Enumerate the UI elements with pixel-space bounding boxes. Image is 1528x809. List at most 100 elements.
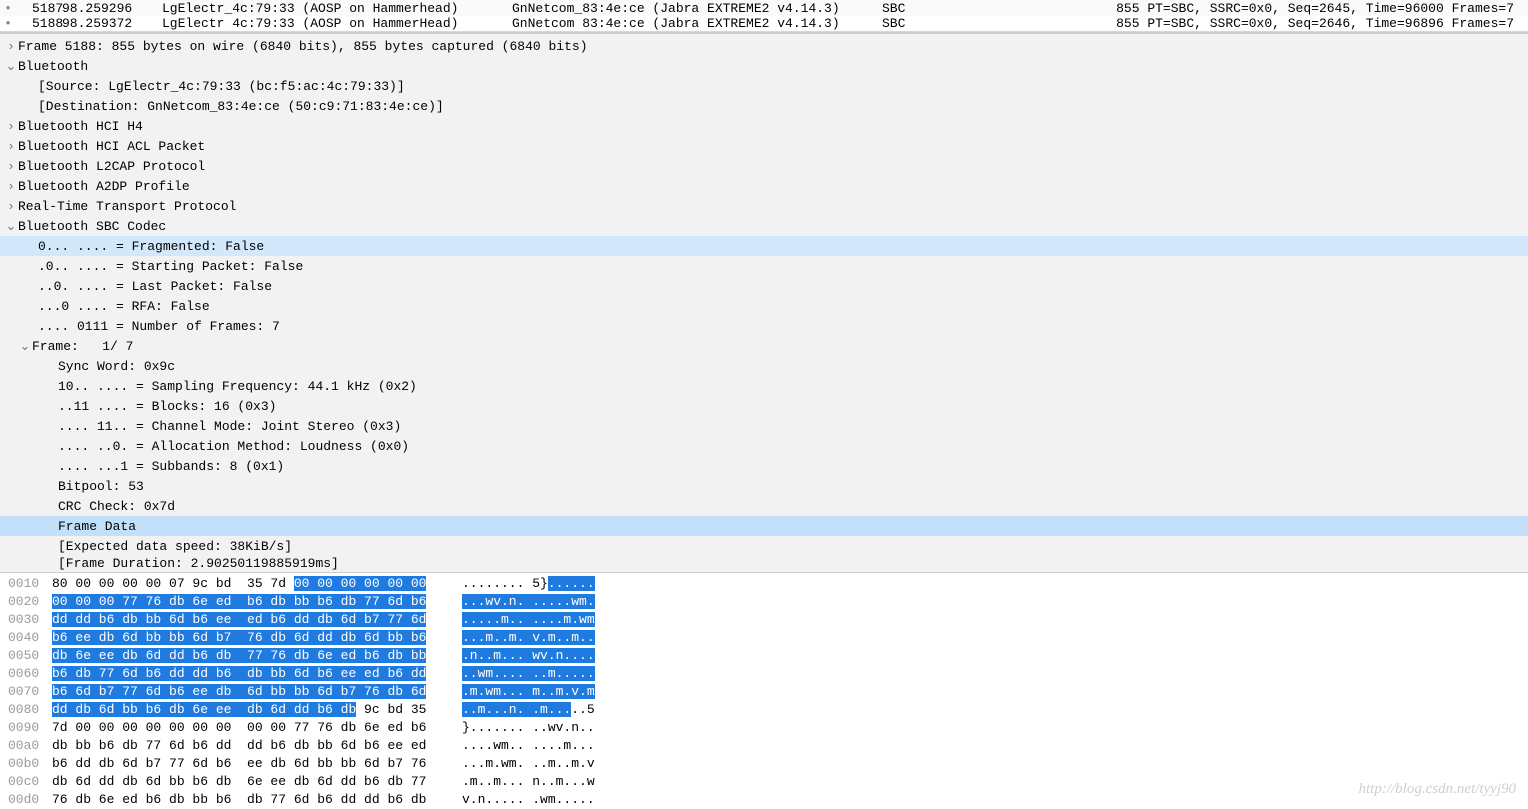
hex-offset: 0040: [0, 629, 52, 647]
tree-hci-h4[interactable]: ›Bluetooth HCI H4: [0, 116, 1528, 136]
col-dst: GnNetcom_83:4e:ce (Jabra EXTREME2 v4.14.…: [512, 1, 882, 16]
tree-a2dp[interactable]: ›Bluetooth A2DP Profile: [0, 176, 1528, 196]
tree-bluetooth[interactable]: ⌄Bluetooth: [0, 56, 1528, 76]
hex-row[interactable]: 0060b6 db 77 6d b6 dd dd b6 db bb 6d b6 …: [0, 665, 1528, 683]
hex-bytes: b6 dd db 6d b7 77 6d b6 ee db 6d bb bb 6…: [52, 755, 452, 773]
expand-icon[interactable]: ›: [4, 119, 18, 134]
label: .... ...1 = Subbands: 8 (0x1): [58, 459, 284, 474]
col-no: 5187: [12, 1, 62, 16]
col-dst: GnNetcom 83:4e:ce (Jabra EXTREME2 v4.14.…: [512, 16, 882, 31]
hex-bytes: 7d 00 00 00 00 00 00 00 00 00 77 76 db 6…: [52, 719, 452, 737]
hex-row[interactable]: 0070b6 6d b7 77 6d b6 ee db 6d bb bb 6d …: [0, 683, 1528, 701]
hex-bytes: 80 00 00 00 00 07 9c bd 35 7d 00 00 00 0…: [52, 575, 452, 593]
hex-offset: 00a0: [0, 737, 52, 755]
label: .... 0111 = Number of Frames: 7: [38, 319, 280, 334]
hex-bytes: 00 00 00 77 76 db 6e ed b6 db bb b6 db 7…: [52, 593, 452, 611]
tree-sbc-subbands[interactable]: .... ...1 = Subbands: 8 (0x1): [0, 456, 1528, 476]
hex-row[interactable]: 00b0b6 dd db 6d b7 77 6d b6 ee db 6d bb …: [0, 755, 1528, 773]
tree-sbc-fragmented[interactable]: 0... .... = Fragmented: False: [0, 236, 1528, 256]
hex-offset: 0090: [0, 719, 52, 737]
hex-bytes: dd dd b6 db bb 6d b6 ee ed b6 dd db 6d b…: [52, 611, 452, 629]
hex-row[interactable]: 002000 00 00 77 76 db 6e ed b6 db bb b6 …: [0, 593, 1528, 611]
hex-offset: 0060: [0, 665, 52, 683]
collapse-icon[interactable]: ⌄: [18, 339, 32, 354]
tree-hci-acl[interactable]: ›Bluetooth HCI ACL Packet: [0, 136, 1528, 156]
packet-row[interactable]: • 5187 98.259296 LgElectr_4c:79:33 (AOSP…: [0, 0, 1528, 16]
col-proto: SBC: [882, 16, 1062, 31]
label: ..11 .... = Blocks: 16 (0x3): [58, 399, 276, 414]
hex-bytes: db bb b6 db 77 6d b6 dd dd b6 db bb 6d b…: [52, 737, 452, 755]
expand-icon[interactable]: ›: [4, 39, 18, 54]
label: [Source: LgElectr_4c:79:33 (bc:f5:ac:4c:…: [38, 79, 405, 94]
hex-row[interactable]: 0050db 6e ee db 6d dd b6 db 77 76 db 6e …: [0, 647, 1528, 665]
tree-sbc-sampling-freq[interactable]: 10.. .... = Sampling Frequency: 44.1 kHz…: [0, 376, 1528, 396]
hex-row[interactable]: 0030dd dd b6 db bb 6d b6 ee ed b6 dd db …: [0, 611, 1528, 629]
hex-row[interactable]: 001080 00 00 00 00 07 9c bd 35 7d 00 00 …: [0, 575, 1528, 593]
label: Real-Time Transport Protocol: [18, 199, 236, 214]
hex-ascii: .m..m... n..m...w: [452, 773, 595, 791]
label: Frame: 1/ 7: [32, 339, 133, 354]
hex-bytes: dd db 6d bb b6 db 6e ee db 6d dd b6 db 9…: [52, 701, 452, 719]
hex-row[interactable]: 0080dd db 6d bb b6 db 6e ee db 6d dd b6 …: [0, 701, 1528, 719]
label: Frame 5188: 855 bytes on wire (6840 bits…: [18, 39, 588, 54]
tree-l2cap[interactable]: ›Bluetooth L2CAP Protocol: [0, 156, 1528, 176]
tree-sbc-codec[interactable]: ⌄Bluetooth SBC Codec: [0, 216, 1528, 236]
label: ..0. .... = Last Packet: False: [38, 279, 272, 294]
tree-sbc-sync[interactable]: Sync Word: 0x9c: [0, 356, 1528, 376]
expand-icon[interactable]: ›: [4, 199, 18, 214]
tree-sbc-alloc-method[interactable]: .... ..0. = Allocation Method: Loudness …: [0, 436, 1528, 456]
tree-sbc-duration[interactable]: [Frame Duration: 2.90250119885919ms]: [0, 556, 1528, 570]
marker-dot: •: [4, 1, 12, 16]
tree-sbc-bitpool[interactable]: Bitpool: 53: [0, 476, 1528, 496]
tree-bt-source[interactable]: [Source: LgElectr_4c:79:33 (bc:f5:ac:4c:…: [0, 76, 1528, 96]
label: Bitpool: 53: [58, 479, 144, 494]
col-info: 855 PT=SBC, SSRC=0x0, Seq=2645, Time=960…: [1062, 1, 1524, 16]
tree-sbc-frame[interactable]: ⌄Frame: 1/ 7: [0, 336, 1528, 356]
expand-icon[interactable]: ›: [4, 179, 18, 194]
hex-bytes: b6 6d b7 77 6d b6 ee db 6d bb bb 6d b7 7…: [52, 683, 452, 701]
tree-sbc-rfa[interactable]: ...0 .... = RFA: False: [0, 296, 1528, 316]
label: Bluetooth HCI ACL Packet: [18, 139, 205, 154]
label: [Destination: GnNetcom_83:4e:ce (50:c9:7…: [38, 99, 444, 114]
col-src: LgElectr_4c:79:33 (AOSP on Hammerhead): [162, 1, 512, 16]
tree-sbc-starting[interactable]: .0.. .... = Starting Packet: False: [0, 256, 1528, 276]
tree-frame-summary[interactable]: ›Frame 5188: 855 bytes on wire (6840 bit…: [0, 36, 1528, 56]
hex-ascii: .n..m... wv.n....: [452, 647, 595, 665]
tree-sbc-speed[interactable]: [Expected data speed: 38KiB/s]: [0, 536, 1528, 556]
label: [Frame Duration: 2.90250119885919ms]: [58, 556, 339, 570]
expand-icon[interactable]: ›: [4, 159, 18, 174]
hex-ascii: ...m..m. v.m..m..: [452, 629, 595, 647]
label: Bluetooth A2DP Profile: [18, 179, 190, 194]
collapse-icon[interactable]: ⌄: [4, 219, 18, 234]
hex-ascii: ..m...n. .m.....5: [452, 701, 595, 719]
hex-row[interactable]: 00907d 00 00 00 00 00 00 00 00 00 77 76 …: [0, 719, 1528, 737]
packet-list: • 5187 98.259296 LgElectr_4c:79:33 (AOSP…: [0, 0, 1528, 33]
hex-row[interactable]: 00d076 db 6e ed b6 db bb b6 db 77 6d b6 …: [0, 791, 1528, 809]
label: 10.. .... = Sampling Frequency: 44.1 kHz…: [58, 379, 417, 394]
tree-sbc-nframes[interactable]: .... 0111 = Number of Frames: 7: [0, 316, 1528, 336]
label: Bluetooth L2CAP Protocol: [18, 159, 205, 174]
hex-row[interactable]: 00c0db 6d dd db 6d bb b6 db 6e ee db 6d …: [0, 773, 1528, 791]
hex-row[interactable]: 0040b6 ee db 6d bb bb 6d b7 76 db 6d dd …: [0, 629, 1528, 647]
hex-bytes: db 6d dd db 6d bb b6 db 6e ee db 6d dd b…: [52, 773, 452, 791]
hex-row[interactable]: 00a0db bb b6 db 77 6d b6 dd dd b6 db bb …: [0, 737, 1528, 755]
label: Sync Word: 0x9c: [58, 359, 175, 374]
hex-ascii: ...wv.n. .....wm.: [452, 593, 595, 611]
packet-row[interactable]: • 5188 98.259372 LgElectr 4c:79:33 (AOSP…: [0, 16, 1528, 32]
expand-icon[interactable]: ›: [4, 139, 18, 154]
tree-sbc-frame-data[interactable]: Frame Data: [0, 516, 1528, 536]
hex-offset: 0030: [0, 611, 52, 629]
tree-sbc-blocks[interactable]: ..11 .... = Blocks: 16 (0x3): [0, 396, 1528, 416]
packet-details-pane[interactable]: ›Frame 5188: 855 bytes on wire (6840 bit…: [0, 33, 1528, 573]
hex-ascii: ....wm.. ....m...: [452, 737, 595, 755]
tree-sbc-crc[interactable]: CRC Check: 0x7d: [0, 496, 1528, 516]
tree-bt-destination[interactable]: [Destination: GnNetcom_83:4e:ce (50:c9:7…: [0, 96, 1528, 116]
tree-rtp[interactable]: ›Real-Time Transport Protocol: [0, 196, 1528, 216]
hex-dump-pane[interactable]: 001080 00 00 00 00 07 9c bd 35 7d 00 00 …: [0, 573, 1528, 809]
hex-offset: 0080: [0, 701, 52, 719]
tree-sbc-channel-mode[interactable]: .... 11.. = Channel Mode: Joint Stereo (…: [0, 416, 1528, 436]
collapse-icon[interactable]: ⌄: [4, 59, 18, 74]
tree-sbc-last[interactable]: ..0. .... = Last Packet: False: [0, 276, 1528, 296]
col-src: LgElectr 4c:79:33 (AOSP on HammerHead): [162, 16, 512, 31]
hex-bytes: db 6e ee db 6d dd b6 db 77 76 db 6e ed b…: [52, 647, 452, 665]
